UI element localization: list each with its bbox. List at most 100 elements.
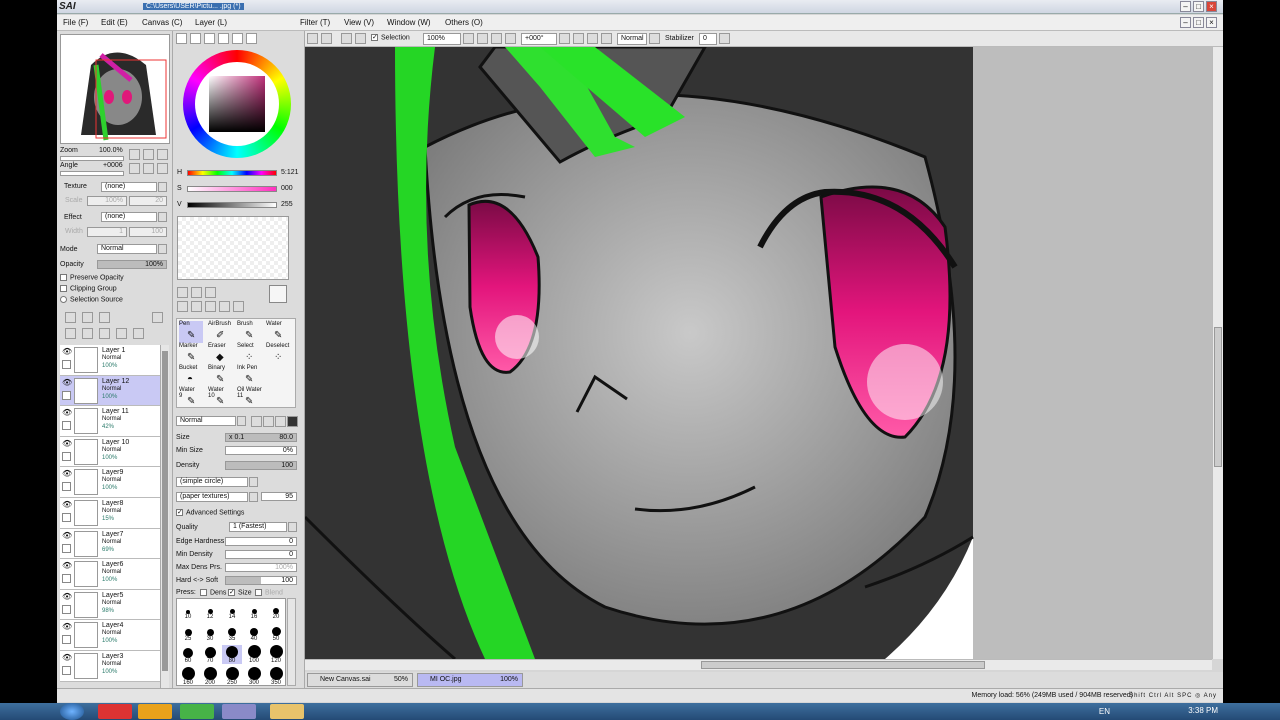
select-tool-icon[interactable] (177, 287, 188, 298)
undo-icon[interactable] (307, 33, 318, 44)
brush-size-preset[interactable]: 160 (178, 667, 198, 686)
clipping-group-checkbox[interactable] (60, 285, 67, 292)
brush-tool-slot[interactable]: Bucket ◓ (179, 365, 203, 387)
stabilizer-field[interactable]: 0 (699, 33, 717, 45)
layer-row[interactable]: 👁 Layer6 Normal 100% (60, 559, 160, 590)
brush-size-preset[interactable]: 200 (200, 667, 220, 686)
layer-lock-icon[interactable] (62, 482, 71, 492)
hsv-sliders-tab-icon[interactable] (204, 33, 215, 44)
blend-dropdown-icon[interactable] (649, 33, 660, 44)
density-slider[interactable]: 100 (225, 461, 297, 470)
clear-layer-icon[interactable] (99, 328, 110, 339)
close-button[interactable]: × (1206, 1, 1217, 12)
selection-toggle[interactable]: Selection (371, 34, 410, 41)
start-button[interactable] (60, 703, 84, 720)
layer-lock-icon[interactable] (62, 543, 71, 553)
layer-row[interactable]: 👁 Layer 12 Normal 100% (60, 375, 160, 407)
brush-size-preset[interactable]: 50 (266, 623, 286, 642)
nav-zoom-in-icon[interactable] (143, 149, 154, 160)
artwork-canvas[interactable] (305, 47, 1221, 659)
brush-shape-flat-icon[interactable] (275, 416, 286, 427)
value-slider[interactable] (187, 202, 277, 208)
rotate-reset-icon[interactable] (587, 33, 598, 44)
brush-texture-dropdown-icon[interactable] (249, 492, 258, 502)
canvas-hscroll-thumb[interactable] (701, 661, 985, 669)
visibility-eye-icon[interactable]: 👁 (62, 378, 72, 387)
quality-dropdown-icon[interactable] (288, 522, 297, 532)
hard-soft-slider[interactable]: 100 (225, 576, 297, 585)
layer-row[interactable]: 👁 Layer8 Normal 15% (60, 497, 160, 529)
menu-others[interactable]: Others (O) (445, 18, 483, 27)
texture-select[interactable]: (none) (101, 182, 157, 192)
brush-texture-select[interactable]: (paper textures) (176, 492, 248, 502)
press-blend-checkbox[interactable] (255, 589, 262, 596)
brush-size-preset[interactable]: 60 (178, 645, 198, 664)
brush-tool-slot[interactable]: Eraser ◆ (208, 343, 232, 365)
new-folder-icon[interactable] (99, 312, 110, 323)
advanced-settings-toggle[interactable]: Advanced Settings (176, 509, 244, 516)
brush-tool-slot[interactable]: Select ⁘ (237, 343, 261, 365)
layer-lock-icon[interactable] (62, 604, 71, 614)
menu-canvas[interactable]: Canvas (C) (142, 18, 182, 27)
color-wheel[interactable] (183, 50, 291, 158)
blend-mode-field[interactable]: Normal (617, 33, 647, 45)
zoom-out-icon[interactable] (477, 33, 488, 44)
brush-tool-slot[interactable]: Brush ✎ (237, 321, 261, 343)
magic-wand-icon[interactable] (205, 287, 216, 298)
menu-filter[interactable]: Filter (T) (300, 18, 330, 27)
nav-zoom-out-icon[interactable] (129, 149, 140, 160)
layer-row[interactable]: 👁 Layer7 Normal 69% (60, 528, 160, 560)
brush-tool-slot[interactable]: Oil Water 11 ✎ (237, 387, 262, 409)
doc-close-button[interactable]: × (1206, 17, 1217, 28)
layer-mask-icon[interactable] (152, 312, 163, 323)
preserve-opacity-checkbox[interactable] (60, 274, 67, 281)
brush-size-preset[interactable]: 35 (222, 623, 242, 642)
layer-lock-icon[interactable] (62, 635, 71, 645)
min-size-slider[interactable]: 0% (225, 446, 297, 455)
move-tool-icon[interactable] (177, 301, 188, 312)
preserve-opacity-toggle[interactable]: Preserve Opacity (60, 274, 124, 281)
redo-icon[interactable] (321, 33, 332, 44)
effect-select[interactable]: (none) (101, 212, 157, 222)
new-layer-icon[interactable] (65, 312, 76, 323)
zoom-tool-icon[interactable] (191, 301, 202, 312)
angle-slider[interactable] (60, 171, 124, 176)
zoom-field[interactable]: 100% (423, 33, 461, 45)
saturation-value-square[interactable] (209, 76, 265, 132)
maximize-button[interactable]: □ (1193, 1, 1204, 12)
layer-mode-select[interactable]: Normal (97, 244, 157, 254)
layer-row[interactable]: 👁 Layer4 Normal 100% (60, 620, 160, 651)
zoom-slider[interactable] (60, 156, 124, 161)
layer-lock-icon[interactable] (62, 451, 71, 461)
swatches-tab-icon[interactable] (246, 33, 257, 44)
zoom-reset-icon[interactable] (505, 33, 516, 44)
menu-layer[interactable]: Layer (L) (195, 18, 227, 27)
visibility-eye-icon[interactable]: 👁 (62, 409, 72, 417)
system-clock[interactable]: 3:38 PM (1188, 706, 1218, 715)
size-slider[interactable]: x 0.1 80.0 (225, 433, 297, 442)
visibility-eye-icon[interactable]: 👁 (62, 623, 72, 631)
visibility-eye-icon[interactable]: 👁 (62, 531, 72, 540)
layer-lock-icon[interactable] (62, 665, 71, 675)
brush-tool-slot[interactable]: Water 9 ✎ (179, 387, 203, 409)
brush-size-preset[interactable]: 16 (244, 601, 264, 620)
brush-shape-square-icon[interactable] (287, 416, 298, 427)
layer-lock-icon[interactable] (62, 574, 71, 584)
max-dens-slider[interactable]: 100% (225, 563, 297, 572)
rotate-tool-icon[interactable] (205, 301, 216, 312)
canvas-vertical-scrollbar[interactable] (1212, 47, 1223, 659)
edge-hardness-slider[interactable]: 0 (225, 537, 297, 546)
brush-tool-slot[interactable]: Pen ✎ (179, 321, 203, 343)
layer-opacity-slider[interactable]: 100% (97, 260, 167, 269)
brush-size-preset[interactable]: 70 (200, 645, 220, 664)
press-blend-toggle[interactable]: Blend (255, 589, 283, 596)
press-dens-toggle[interactable]: Dens (200, 589, 226, 596)
brush-shape-select[interactable]: (simple circle) (176, 477, 248, 487)
stabilizer-dropdown-icon[interactable] (719, 33, 730, 44)
brush-size-preset[interactable]: 120 (266, 645, 286, 664)
navigator-preview[interactable] (60, 34, 170, 144)
apply-mask-icon[interactable] (133, 328, 144, 339)
layer-list-scrollbar[interactable] (160, 345, 169, 689)
rotate-left-icon[interactable] (559, 33, 570, 44)
selection-checkbox[interactable] (371, 34, 378, 41)
